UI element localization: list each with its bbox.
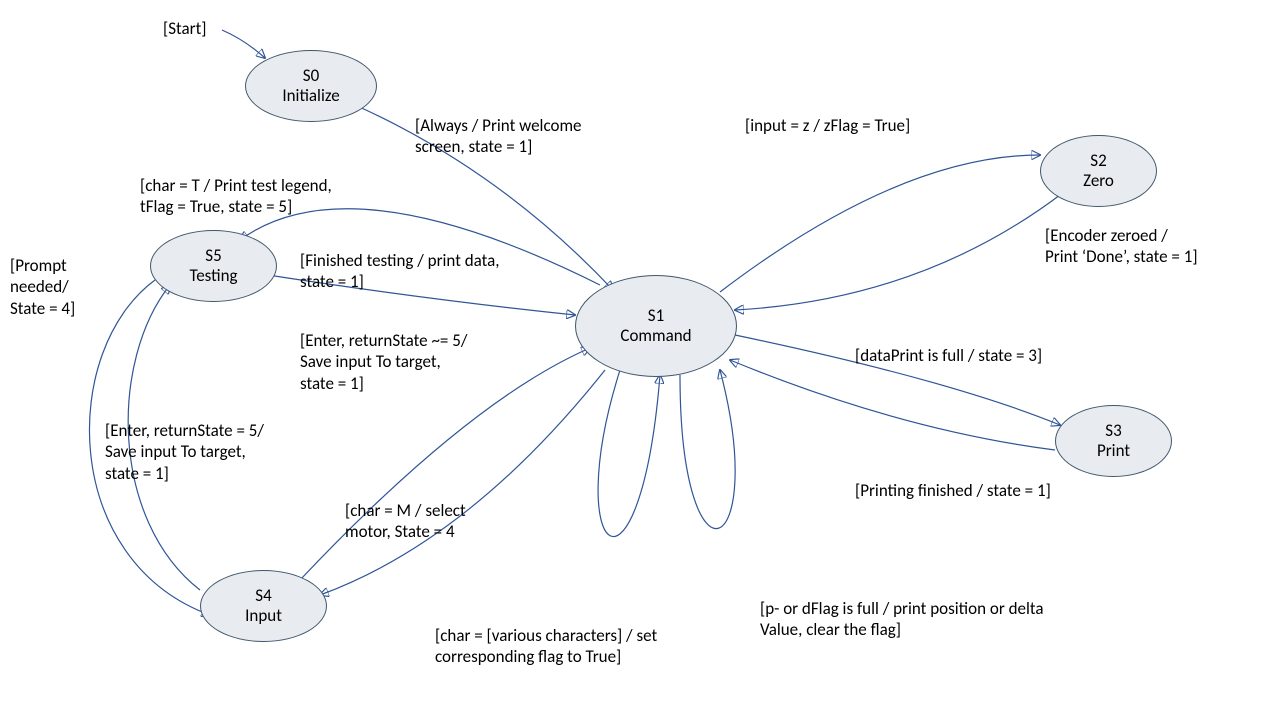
state-id: S1 <box>648 306 664 326</box>
edge-s1-s2 <box>720 155 1040 292</box>
state-name: Input <box>245 606 282 626</box>
label-start: [Start] <box>163 18 207 39</box>
edge-s2-s1 <box>735 195 1060 310</box>
state-id: S4 <box>255 586 271 606</box>
state-name: Print <box>1097 441 1130 461</box>
edge-s3-s1 <box>730 360 1055 450</box>
state-s2-zero: S2 Zero <box>1040 135 1157 207</box>
state-s4-input: S4 Input <box>200 570 327 642</box>
state-id: S5 <box>205 246 221 266</box>
state-name: Command <box>620 326 691 346</box>
state-name: Zero <box>1083 171 1114 191</box>
label-s3-s1: [Printing finished / state = 1] <box>855 480 1051 501</box>
edge-start-s0 <box>222 30 265 58</box>
label-s2-s1: [Encoder zeroed / Print ‘Done’, state = … <box>1045 225 1198 268</box>
edge-s1-s4 <box>320 370 605 595</box>
label-s1-s2: [input = z / zFlag = True] <box>745 115 910 136</box>
state-s0-initialize: S0 Initialize <box>245 50 377 122</box>
label-s1-self-flag: [p- or dFlag is full / print position or… <box>760 598 1044 641</box>
label-s5-s1: [Finished testing / print data, state = … <box>300 250 500 293</box>
state-name: Testing <box>189 266 237 286</box>
state-s5-testing: S5 Testing <box>150 230 277 302</box>
edge-s1-self-char <box>598 370 660 537</box>
state-id: S0 <box>303 66 319 86</box>
label-s4-s1-not5: [Enter, returnState ~= 5/ Save input To … <box>300 330 467 394</box>
edge-s1-self-flag <box>680 370 735 529</box>
state-id: S2 <box>1090 151 1106 171</box>
label-s1-s3: [dataPrint is full / state = 3] <box>855 345 1042 366</box>
label-s0-s1: [Always / Print welcome screen, state = … <box>415 115 582 158</box>
state-name: Initialize <box>282 86 339 106</box>
label-s4-s5-eq5: [Enter, returnState = 5/ Save input To t… <box>105 420 264 484</box>
state-id: S3 <box>1105 421 1121 441</box>
label-s1-self-char: [char = [various characters] / set corre… <box>435 625 657 668</box>
label-s5-s4-prompt: [Prompt needed/ State = 4] <box>10 255 75 319</box>
label-s1-s4-motor: [char = M / select motor, State = 4 <box>345 500 466 543</box>
state-s3-print: S3 Print <box>1055 405 1172 477</box>
state-s1-command: S1 Command <box>575 275 737 377</box>
label-s1-s5: [char = T / Print test legend, tFlag = T… <box>140 175 332 218</box>
